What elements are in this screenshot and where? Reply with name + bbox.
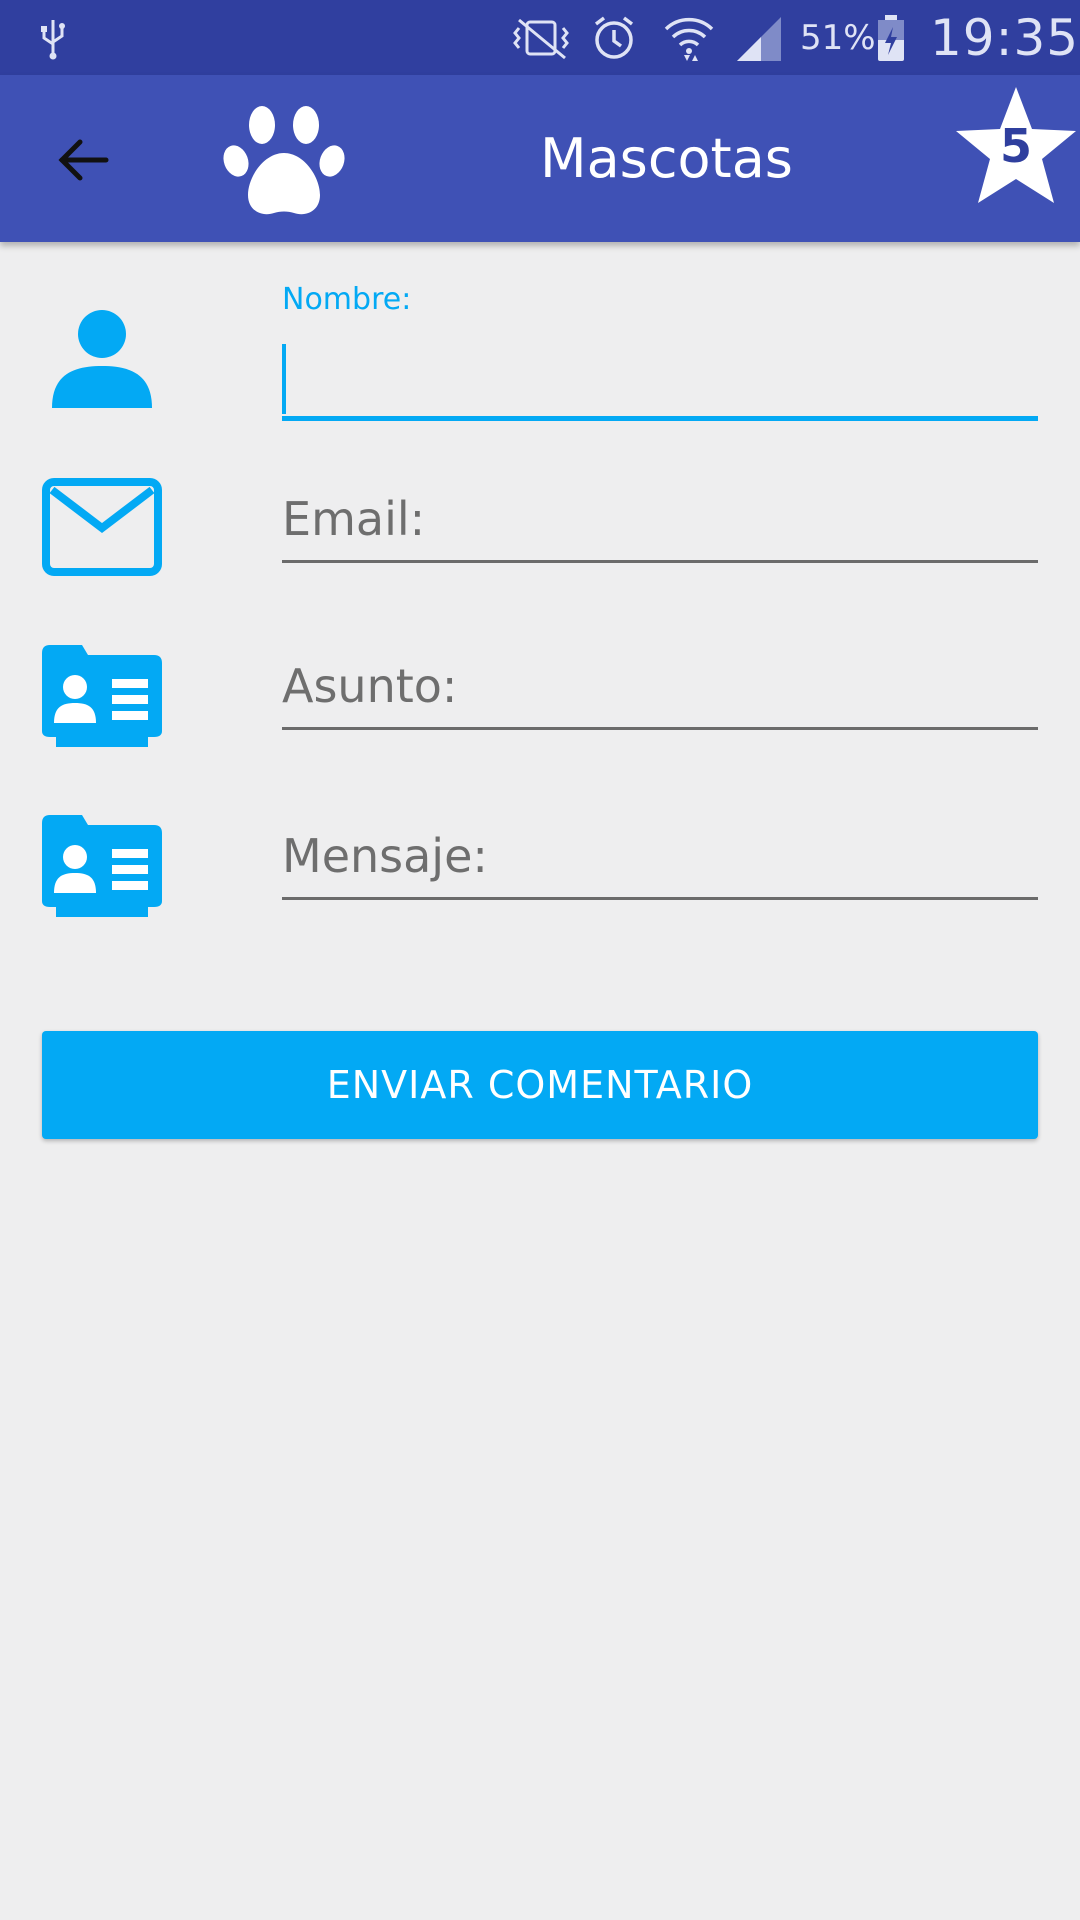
app-bar: Mascotas 5	[0, 75, 1080, 242]
asunto-underline	[282, 727, 1038, 730]
mute-vibrate-icon	[505, 0, 577, 75]
email-underline	[282, 560, 1038, 563]
nombre-underline	[282, 416, 1038, 421]
person-icon	[52, 308, 152, 412]
mail-icon	[42, 478, 162, 580]
battery-charging-icon	[876, 0, 906, 75]
battery-percent: 51%	[800, 17, 876, 58]
send-comment-button[interactable]: ENVIAR COMENTARIO	[42, 1031, 1038, 1139]
paw-icon	[222, 95, 346, 223]
rating-badge[interactable]: 5	[952, 85, 1080, 213]
mensaje-underline	[282, 897, 1038, 900]
signal-icon	[735, 0, 785, 75]
status-clock: 19:35	[930, 8, 1080, 67]
nombre-label: Nombre:	[282, 282, 412, 317]
email-input[interactable]	[282, 478, 1038, 560]
badge-count: 5	[999, 119, 1032, 173]
back-button[interactable]	[48, 125, 118, 195]
nombre-input[interactable]	[282, 334, 1038, 416]
usb-icon	[40, 0, 66, 75]
page-title: Mascotas	[540, 127, 793, 190]
status-bar: 51% 19:35	[0, 0, 1080, 75]
text-cursor	[282, 344, 286, 414]
contact-card-icon	[42, 815, 162, 921]
wifi-icon	[662, 0, 716, 75]
asunto-input[interactable]	[282, 645, 1038, 727]
contact-card-icon	[42, 645, 162, 751]
alarm-icon	[590, 0, 638, 75]
mensaje-input[interactable]	[282, 815, 1038, 897]
arrow-back-icon	[58, 139, 109, 181]
